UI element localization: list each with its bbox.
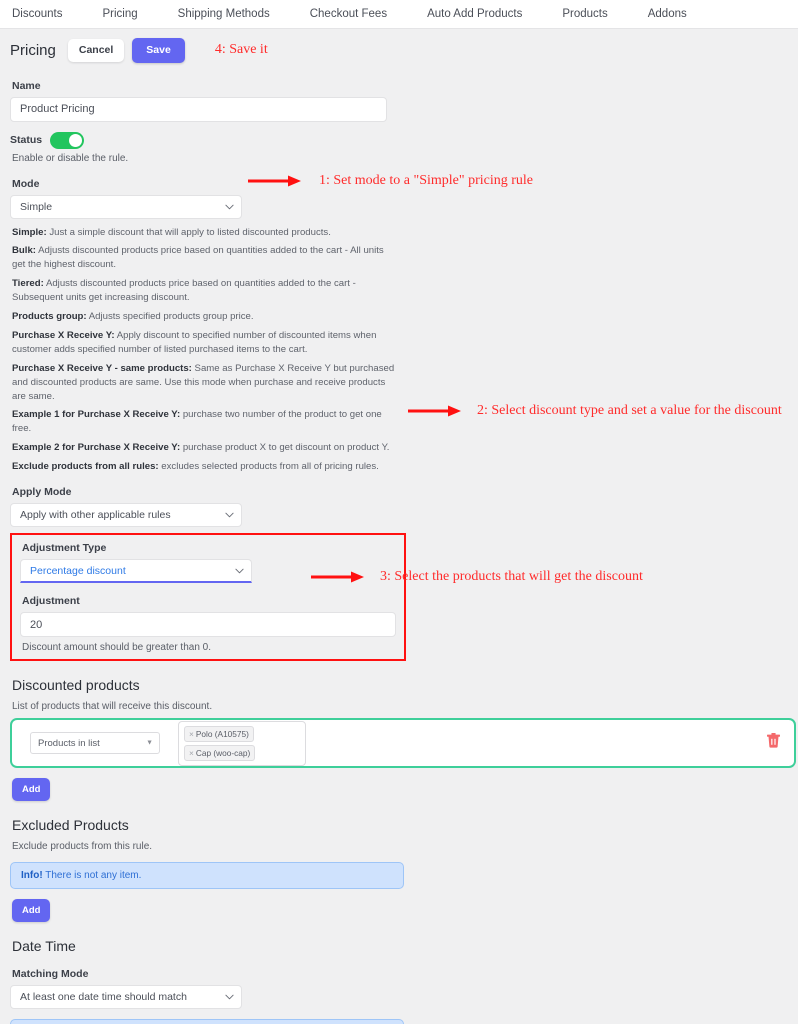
discounted-products-scope-value: Products in list (38, 737, 100, 749)
annotation-step-3: 3: Select the products that will get the… (380, 569, 643, 584)
mode-desc-products-group: Products group: Adjusts specified produc… (12, 311, 254, 323)
caret-down-icon: ▼ (146, 739, 153, 747)
nav-item-shipping-methods[interactable]: Shipping Methods (178, 8, 270, 20)
name-label: Name (12, 79, 41, 92)
nav-item-addons[interactable]: Addons (648, 8, 687, 20)
apply-mode-select-wrapper: Apply with other applicable rules (10, 503, 242, 528)
discounted-products-scope-select[interactable]: Products in list ▼ (30, 732, 160, 755)
mode-desc-pxry-same: Purchase X Receive Y - same products: Sa… (12, 362, 395, 402)
adjustment-type-select[interactable]: Percentage discount (20, 559, 252, 584)
add-excluded-product-button[interactable]: Add (12, 899, 51, 923)
status-toggle[interactable] (50, 131, 85, 149)
excluded-products-subtitle: Exclude products from this rule. (12, 841, 153, 853)
annotation-step-4: 4: Save it (214, 42, 268, 58)
mode-select-wrapper: Simple (10, 194, 242, 219)
product-tag[interactable]: × Polo (A10575) (184, 725, 254, 742)
mode-desc-tiered: Tiered: Adjusts discounted products pric… (12, 278, 356, 304)
nav-item-products[interactable]: Products (562, 8, 607, 20)
excluded-products-title: Excluded Products (12, 817, 129, 834)
annotation-step-3-group: 3: Select the products that will get the… (311, 569, 643, 585)
name-input[interactable] (10, 96, 387, 122)
remove-tag-icon[interactable]: × (189, 729, 194, 739)
toggle-knob (69, 133, 83, 147)
adjustment-type-label: Adjustment Type (22, 542, 107, 555)
nav-item-discounts[interactable]: Discounts (12, 8, 63, 20)
apply-mode-select[interactable]: Apply with other applicable rules (10, 503, 242, 528)
mode-desc-bulk: Bulk: Adjusts discounted products price … (12, 245, 384, 271)
date-time-matching-mode-label: Matching Mode (12, 968, 89, 981)
top-navigation: Discounts Pricing Shipping Methods Check… (0, 0, 798, 29)
annotation-step-1-group: 1: Set mode to a "Simple" pricing rule (248, 173, 533, 189)
date-time-title: Date Time (12, 938, 76, 955)
page-title: Pricing (10, 41, 56, 59)
mode-descriptions: Simple: Just a simple discount that will… (10, 226, 788, 475)
mode-desc-exclude-all: Exclude products from all rules: exclude… (12, 461, 379, 473)
annotation-step-2: 2: Select discount type and set a value … (477, 403, 782, 418)
trash-icon[interactable] (767, 733, 780, 753)
discounted-products-highlight-box: Products in list ▼ × Polo (A10575) × Cap (… (10, 718, 796, 769)
mode-select[interactable]: Simple (10, 194, 242, 219)
date-time-matching-mode-wrapper: At least one date time should match (10, 985, 242, 1010)
status-label: Status (10, 134, 43, 146)
discounted-products-title: Discounted products (12, 677, 140, 694)
nav-item-auto-add-products[interactable]: Auto Add Products (427, 8, 522, 20)
arrow-right-icon (248, 175, 301, 187)
mode-desc-pxry: Purchase X Receive Y: Apply discount to … (12, 329, 377, 355)
status-helper-text: Enable or disable the rule. (12, 152, 129, 164)
mode-desc-simple: Simple: Just a simple discount that will… (12, 226, 331, 238)
annotation-step-2-group: 2: Select discount type and set a value … (408, 403, 782, 419)
pricing-form: Name Status Enable or disable the rule. … (0, 80, 798, 1024)
alert-text: There is not any item. (42, 870, 142, 882)
cancel-button[interactable]: Cancel (67, 39, 125, 62)
discounted-products-subtitle: List of products that will receive this … (12, 701, 213, 713)
alert-prefix: Info! (21, 870, 43, 882)
annotation-step-1: 1: Set mode to a "Simple" pricing rule (319, 173, 534, 188)
mode-desc-example-1: Example 1 for Purchase X Receive Y: purc… (12, 409, 382, 435)
arrow-right-icon (408, 405, 461, 417)
pricing-rule-page: Discounts Pricing Shipping Methods Check… (0, 0, 798, 1024)
arrow-right-icon (311, 571, 364, 583)
page-header: Pricing Cancel Save 4: Save it (0, 29, 798, 72)
discounted-products-tag-field[interactable]: × Polo (A10575) × Cap (woo-cap) (178, 720, 306, 766)
excluded-products-alert: Info! There is not any item. (10, 862, 404, 890)
date-time-alert: Info! There is not any date time. (10, 1019, 404, 1024)
adjustment-helper-text: Discount amount should be greater than 0… (22, 642, 212, 654)
remove-tag-icon[interactable]: × (189, 748, 194, 758)
adjustment-type-select-wrapper: Percentage discount (20, 559, 252, 584)
mode-desc-example-2: Example 2 for Purchase X Receive Y: purc… (12, 442, 390, 454)
date-time-matching-mode-select[interactable]: At least one date time should match (10, 985, 242, 1010)
status-row: Status (10, 131, 788, 149)
save-button[interactable]: Save (132, 38, 185, 63)
adjustment-input[interactable] (20, 612, 396, 638)
nav-item-pricing[interactable]: Pricing (103, 8, 138, 20)
adjustment-label: Adjustment (22, 595, 80, 608)
add-discounted-product-button[interactable]: Add (12, 778, 51, 802)
apply-mode-label: Apply Mode (12, 486, 72, 499)
nav-item-checkout-fees[interactable]: Checkout Fees (310, 8, 387, 20)
product-tag[interactable]: × Cap (woo-cap) (184, 744, 256, 761)
adjustment-highlight-box: Adjustment Type Percentage discount Adju… (10, 533, 406, 662)
